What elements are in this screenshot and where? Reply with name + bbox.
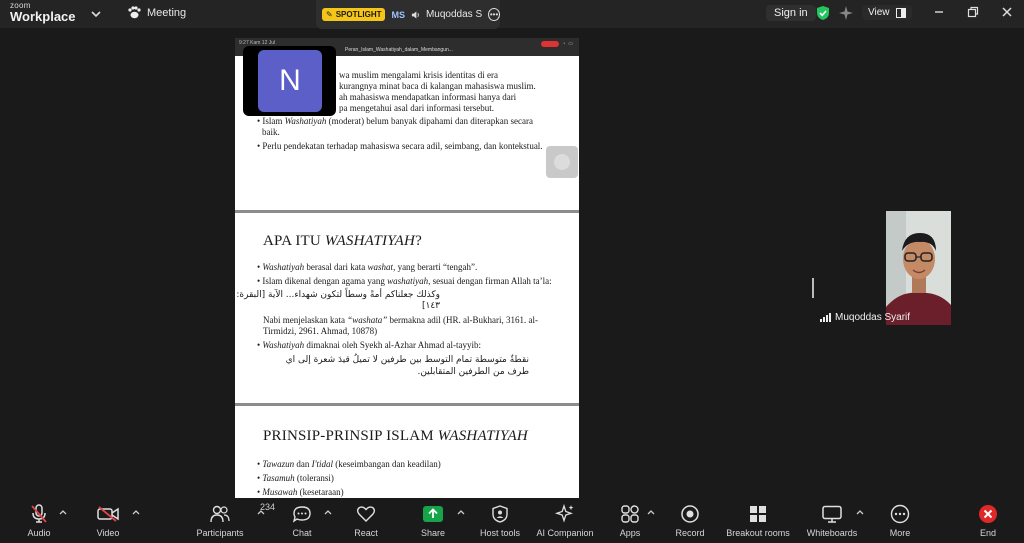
slide3-bullet: Tawazun dan I'tidal (keseimbangan dan ke… <box>235 459 579 470</box>
participant-avatar-tile[interactable]: N <box>243 46 336 116</box>
audio-label: Audio <box>27 528 51 538</box>
speaker-volume-icon <box>411 10 419 19</box>
audio-options-chevron-icon[interactable] <box>58 508 68 518</box>
slide3-bullet: Musawah (kesetaraan) <box>235 487 579 498</box>
participant-name-label: Muqoddas Syarif <box>820 312 910 323</box>
ai-companion-label: AI Companion <box>536 528 594 538</box>
slide2-arabic-quote: نقطةٌ متوسطة تمام التوسط بين طرفين لا تم… <box>285 355 529 377</box>
slide1-line: kurangnya minat baca di kalangan mahasis… <box>339 81 536 91</box>
slide1-line: pa mengetahui asal dari informasi terseb… <box>339 103 494 113</box>
speaker-name: Muqoddas S <box>425 9 483 20</box>
avatar: N <box>258 50 322 112</box>
recording-indicator-icon <box>541 41 560 47</box>
apps-label: Apps <box>619 528 641 538</box>
whiteboard-icon <box>822 505 842 523</box>
restore-icon[interactable] <box>966 5 980 19</box>
speaker-initials: MS <box>391 9 405 20</box>
wifi-icon: ◔ <box>562 41 566 47</box>
microphone-muted-icon <box>31 504 47 523</box>
device-status-icons: ◔ ▭ <box>541 41 573 47</box>
floating-assistive-button[interactable] <box>546 146 578 178</box>
breakout-rooms-label: Breakout rooms <box>726 528 790 538</box>
share-screen-icon <box>423 506 443 522</box>
slide1-line: ah mahasiswa mendapatkan informasi hanya… <box>339 92 517 102</box>
participants-label: Participants <box>196 528 244 538</box>
record-label: Record <box>675 528 705 538</box>
chat-icon <box>292 506 311 523</box>
more-label: More <box>889 528 911 538</box>
video-options-chevron-icon[interactable] <box>131 508 141 518</box>
video-off-icon <box>97 506 119 522</box>
participant-video[interactable] <box>886 211 951 325</box>
shared-file-title: Peran_Islam_Washatiyah_dalam_Membangun..… <box>345 47 453 53</box>
end-label: End <box>979 528 996 538</box>
chevron-down-icon[interactable] <box>89 7 103 21</box>
panel-resize-handle[interactable] <box>812 278 814 298</box>
end-call-icon <box>979 505 997 523</box>
chat-label: Chat <box>292 528 312 538</box>
view-button[interactable]: View <box>862 5 912 20</box>
host-tools-label: Host tools <box>479 528 521 538</box>
host-tools-shield-icon <box>492 505 508 523</box>
video-label: Video <box>96 528 120 538</box>
ai-companion-sparkle-icon <box>555 504 574 523</box>
slide1-bullet: Perlu pendekatan terhadap mahasiswa seca… <box>235 141 545 152</box>
slide3-bullet: Tasamuh (toleransi) <box>235 473 579 484</box>
sign-in-button[interactable]: Sign in <box>766 5 816 21</box>
spotlight-speaker-bar: ✎ SPOTLIGHT MS Muqoddas S ••• <box>316 0 500 29</box>
slide2-bullet: Washatiyah berasal dari kata washat, yan… <box>235 262 555 273</box>
close-icon[interactable] <box>1000 5 1014 19</box>
slide-2: APA ITU WASHATIYAH? Washatiyah berasal d… <box>235 213 579 403</box>
heart-icon <box>356 506 376 522</box>
spotlight-icon: ✎ <box>326 10 333 19</box>
share-label: Share <box>420 528 446 538</box>
slide-3: PRINSIP-PRINSIP ISLAM WASHATIYAH Tawazun… <box>235 406 579 498</box>
security-shield-icon[interactable] <box>816 5 830 21</box>
logo-line2: Workplace <box>10 9 76 24</box>
slide2-title: APA ITU WASHATIYAH? <box>263 233 422 249</box>
meeting-info-button[interactable]: Meeting <box>127 6 186 19</box>
record-icon <box>681 505 699 523</box>
participant-video-image <box>886 211 951 325</box>
paw-icon <box>128 6 141 19</box>
participants-icon <box>210 505 230 523</box>
react-label: React <box>354 528 378 538</box>
signal-bars-icon <box>820 313 831 322</box>
battery-icon: ▭ <box>568 41 573 47</box>
slide2-bullet: Islam dikenal dengan agama yang washatiy… <box>235 276 555 287</box>
speaker-more-icon[interactable]: ••• <box>488 8 500 21</box>
slide2-nabi-text: Nabi menjelaskan kata “washata” bermakna… <box>263 315 538 336</box>
zoom-logo: zoom Workplace <box>10 2 76 24</box>
breakout-rooms-icon <box>750 506 766 522</box>
participants-button[interactable]: 234 Participants <box>180 502 275 538</box>
slide2-bullet: Washatiyah dimaknai oleh Syekh al-Azhar … <box>235 340 555 351</box>
participant-name: Muqoddas Syarif <box>835 312 911 323</box>
end-meeting-button[interactable]: End <box>948 504 1024 538</box>
slide3-title: PRINSIP-PRINSIP ISLAM WASHATIYAH <box>263 428 528 444</box>
more-button[interactable]: More <box>860 504 940 538</box>
slide1-bullet: Islam Washatiyah (moderat) belum banyak … <box>235 116 545 138</box>
slide2-arabic-verse: وكذلك جعلناكم أمةً وسطاً لتكون شهداء... … <box>236 290 440 311</box>
apps-icon <box>621 505 639 523</box>
spotlight-badge-label: SPOTLIGHT <box>335 10 382 19</box>
whiteboards-label: Whiteboards <box>806 528 858 538</box>
bottom-toolbar: Audio Video 234 Participants Chat React … <box>0 498 1024 543</box>
top-bar: zoom Workplace Meeting ✎ SPOTLIGHT MS Mu… <box>0 0 1024 29</box>
ai-sparkle-icon[interactable] <box>838 5 854 21</box>
view-grid-icon <box>895 7 906 18</box>
meeting-label: Meeting <box>147 6 187 19</box>
breakout-rooms-button[interactable]: Breakout rooms <box>718 504 798 538</box>
view-label: View <box>868 7 890 18</box>
slide1-line: wa muslim mengalami krisis identitas di … <box>339 70 498 80</box>
minimize-icon[interactable] <box>932 5 946 19</box>
spotlight-badge: ✎ SPOTLIGHT <box>322 8 386 21</box>
more-icon <box>890 504 910 524</box>
